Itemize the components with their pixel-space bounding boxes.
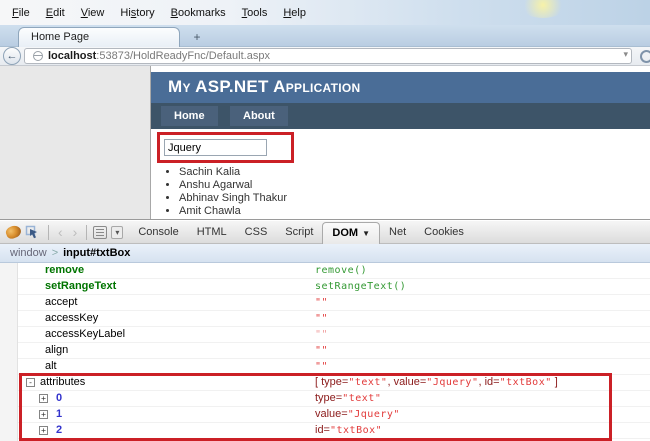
menu-bar: File Edit View History Bookmarks Tools H… bbox=[0, 0, 650, 25]
table-row[interactable]: + 1 value="Jquery" bbox=[18, 407, 650, 423]
tab-script[interactable]: Script bbox=[276, 222, 322, 242]
attribute-index: 2 bbox=[56, 423, 62, 438]
attribute-value: id="txtBox" bbox=[315, 423, 382, 438]
property-value: "" bbox=[315, 311, 328, 326]
property-name: attributes bbox=[40, 375, 85, 390]
tab-html[interactable]: HTML bbox=[188, 222, 236, 242]
page-viewport: My ASP.NET Application Home About Sachin… bbox=[0, 66, 650, 219]
panel-options-caret-icon[interactable]: ▾ bbox=[111, 226, 123, 239]
tab-cookies[interactable]: Cookies bbox=[415, 222, 473, 242]
property-name: accessKey bbox=[45, 311, 98, 326]
url-dropdown-icon[interactable]: ▾ bbox=[623, 49, 628, 60]
annotation-box-textbox bbox=[157, 132, 294, 163]
property-value: [ type="text", value="Jquery", id="txtBo… bbox=[315, 375, 558, 390]
property-value: setRangeText() bbox=[315, 279, 406, 294]
navigation-toolbar: localhost :53873/HoldReadyFnc/Default.as… bbox=[0, 47, 650, 66]
table-row[interactable]: setRangeText setRangeText() bbox=[18, 279, 650, 295]
member-list: Sachin Kalia Anshu Agarwal Abhinav Singh… bbox=[179, 166, 287, 218]
property-value: "" bbox=[315, 295, 328, 310]
aero-glow-decoration bbox=[520, 0, 566, 18]
reload-icon[interactable] bbox=[640, 50, 650, 63]
menu-edit[interactable]: Edit bbox=[38, 4, 73, 22]
nav-about-link[interactable]: About bbox=[230, 106, 288, 126]
menu-tools[interactable]: Tools bbox=[234, 4, 276, 22]
tab-dom[interactable]: DOM▼ bbox=[322, 222, 380, 244]
dom-panel: remove remove() setRangeText setRangeTex… bbox=[0, 263, 650, 441]
property-name: remove bbox=[45, 263, 84, 278]
panel-forward-icon[interactable]: › bbox=[68, 225, 83, 240]
menu-history[interactable]: History bbox=[112, 4, 162, 22]
attribute-index: 0 bbox=[56, 391, 62, 406]
collapse-icon[interactable]: - bbox=[26, 378, 35, 387]
list-item: Abhinav Singh Thakur bbox=[179, 192, 287, 205]
list-item: Anshu Agarwal bbox=[179, 179, 287, 192]
menu-view[interactable]: View bbox=[73, 4, 113, 22]
expand-icon[interactable]: + bbox=[39, 394, 48, 403]
property-name: setRangeText bbox=[45, 279, 116, 294]
firebug-panel: ‹ › ▾ Console HTML CSS Script DOM▼ Net C… bbox=[0, 219, 650, 441]
property-value: remove() bbox=[315, 263, 367, 278]
breadcrumb-separator: > bbox=[52, 247, 58, 259]
breadcrumb-selected-element[interactable]: input#txtBox bbox=[63, 247, 130, 259]
table-row[interactable]: accept "" bbox=[18, 295, 650, 311]
attribute-value: type="text" bbox=[315, 391, 381, 406]
dom-rows: remove remove() setRangeText setRangeTex… bbox=[18, 263, 650, 439]
firebug-bug-icon[interactable] bbox=[4, 224, 22, 240]
table-row[interactable]: align "" bbox=[18, 343, 650, 359]
attribute-index: 1 bbox=[56, 407, 62, 422]
expand-icon[interactable]: + bbox=[39, 426, 48, 435]
browser-tab-home-page[interactable]: Home Page bbox=[18, 27, 180, 47]
breadcrumb-window[interactable]: window bbox=[10, 247, 47, 259]
table-row[interactable]: accessKey "" bbox=[18, 311, 650, 327]
menu-file[interactable]: File bbox=[4, 4, 38, 22]
attribute-value: value="Jquery" bbox=[315, 407, 400, 422]
property-name: alt bbox=[45, 359, 57, 374]
property-name: accessKeyLabel bbox=[45, 327, 125, 342]
page-header: My ASP.NET Application bbox=[151, 72, 650, 103]
url-host: localhost bbox=[48, 50, 96, 62]
toolbar-separator bbox=[86, 225, 87, 240]
property-value: "" bbox=[315, 343, 328, 358]
nav-home-link[interactable]: Home bbox=[161, 106, 218, 126]
table-row[interactable]: accessKeyLabel "" bbox=[18, 327, 650, 343]
property-value: "" bbox=[315, 359, 328, 374]
page-title: My ASP.NET Application bbox=[151, 72, 650, 102]
tab-console[interactable]: Console bbox=[129, 222, 187, 242]
dom-breadcrumb: window > input#txtBox bbox=[0, 244, 650, 263]
property-name: align bbox=[45, 343, 68, 358]
toolbar-separator bbox=[48, 225, 49, 240]
table-row[interactable]: - attributes [ type="text", value="Jquer… bbox=[18, 375, 650, 391]
tab-net[interactable]: Net bbox=[380, 222, 415, 242]
attributes-section: - attributes [ type="text", value="Jquer… bbox=[18, 375, 650, 439]
expand-icon[interactable]: + bbox=[39, 410, 48, 419]
table-row[interactable]: alt "" bbox=[18, 359, 650, 375]
chevron-down-icon: ▼ bbox=[362, 229, 370, 238]
site-globe-icon bbox=[33, 51, 43, 61]
browser-window: File Edit View History Bookmarks Tools H… bbox=[0, 0, 650, 441]
table-row[interactable]: remove remove() bbox=[18, 263, 650, 279]
tab-css[interactable]: CSS bbox=[236, 222, 277, 242]
table-row[interactable]: + 0 type="text" bbox=[18, 391, 650, 407]
menu-bookmarks[interactable]: Bookmarks bbox=[163, 4, 234, 22]
firebug-toolbar: ‹ › ▾ Console HTML CSS Script DOM▼ Net C… bbox=[0, 221, 650, 244]
back-arrow-icon: ← bbox=[7, 50, 18, 62]
menu-items: File Edit View History Bookmarks Tools H… bbox=[4, 0, 314, 25]
inspect-element-icon[interactable] bbox=[25, 225, 40, 240]
address-bar[interactable]: localhost :53873/HoldReadyFnc/Default.as… bbox=[24, 48, 632, 64]
tab-bar: Home Page + bbox=[0, 25, 650, 47]
menu-help[interactable]: Help bbox=[275, 4, 314, 22]
property-name: accept bbox=[45, 295, 77, 310]
dom-panel-gutter bbox=[0, 263, 18, 441]
url-path: :53873/HoldReadyFnc/Default.aspx bbox=[96, 50, 270, 62]
page-nav: Home About bbox=[151, 103, 650, 129]
list-item: Sachin Kalia bbox=[179, 166, 287, 179]
back-button[interactable]: ← bbox=[3, 47, 21, 65]
new-tab-button[interactable]: + bbox=[186, 30, 208, 45]
list-item: Amit Chawla bbox=[179, 205, 287, 218]
panel-back-icon[interactable]: ‹ bbox=[53, 225, 68, 240]
table-row[interactable]: + 2 id="txtBox" bbox=[18, 423, 650, 439]
panel-list-icon[interactable] bbox=[93, 226, 107, 239]
property-value: "" bbox=[315, 327, 328, 342]
